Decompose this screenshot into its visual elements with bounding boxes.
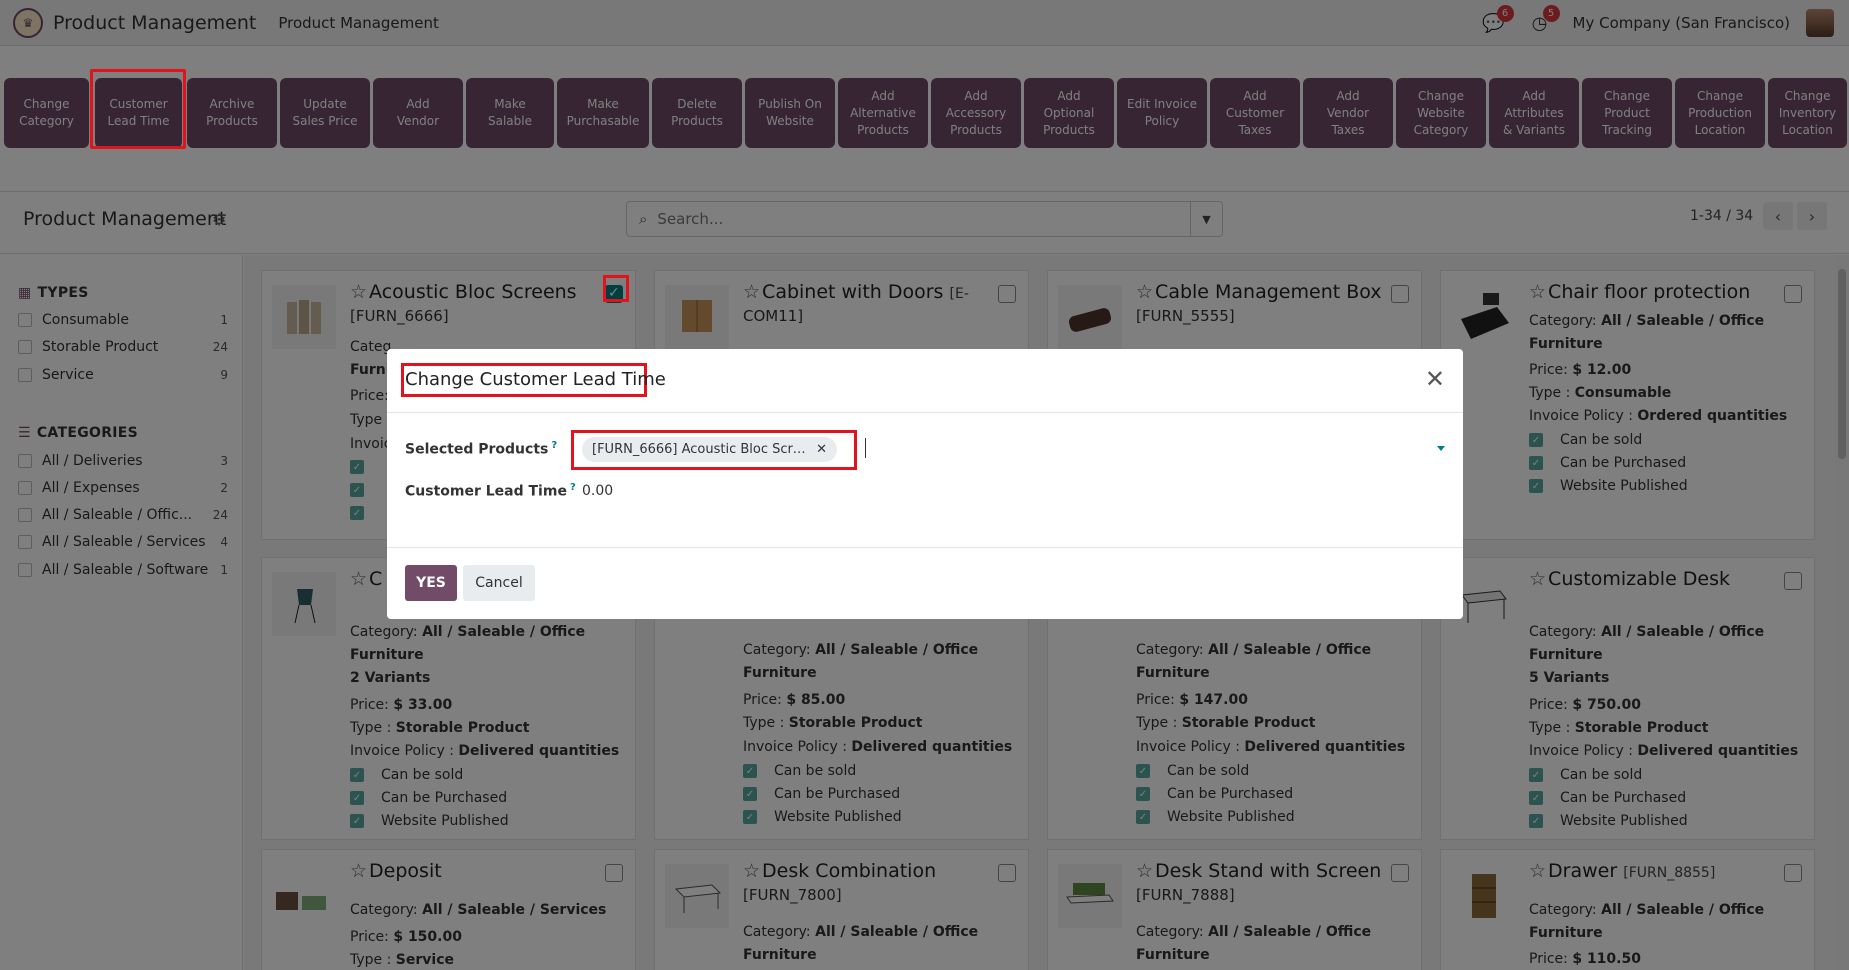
selected-product-tag: [FURN_6666] Acoustic Bloc Screens ✕	[582, 437, 837, 462]
tag-label: [FURN_6666] Acoustic Bloc Screens	[592, 442, 809, 457]
highlight-selected-checkbox	[603, 275, 629, 302]
page: ♛ Product Management Product Management …	[0, 0, 1849, 970]
selected-products-dropdown-icon[interactable]	[1437, 446, 1445, 451]
modal-title: Change Customer Lead Time	[405, 369, 666, 390]
change-lead-time-dialog: Change Customer Lead Time ✕ Selected Pro…	[387, 349, 1463, 619]
text-caret	[865, 438, 866, 458]
help-icon[interactable]: ?	[551, 440, 557, 451]
cancel-button[interactable]: Cancel	[463, 565, 535, 601]
close-icon[interactable]: ✕	[1425, 365, 1445, 393]
customer-lead-time-label: Customer Lead Time?	[405, 482, 576, 500]
help-icon[interactable]: ?	[570, 482, 576, 493]
remove-tag-icon[interactable]: ✕	[816, 442, 827, 457]
selected-products-label: Selected Products?	[405, 440, 558, 458]
modal-header: Change Customer Lead Time ✕	[387, 349, 1463, 413]
customer-lead-time-input[interactable]: 0.00	[582, 483, 613, 499]
modal-footer: YES Cancel	[387, 547, 1463, 619]
highlight-customer-lead-time	[90, 69, 186, 149]
yes-button[interactable]: YES	[405, 565, 457, 601]
